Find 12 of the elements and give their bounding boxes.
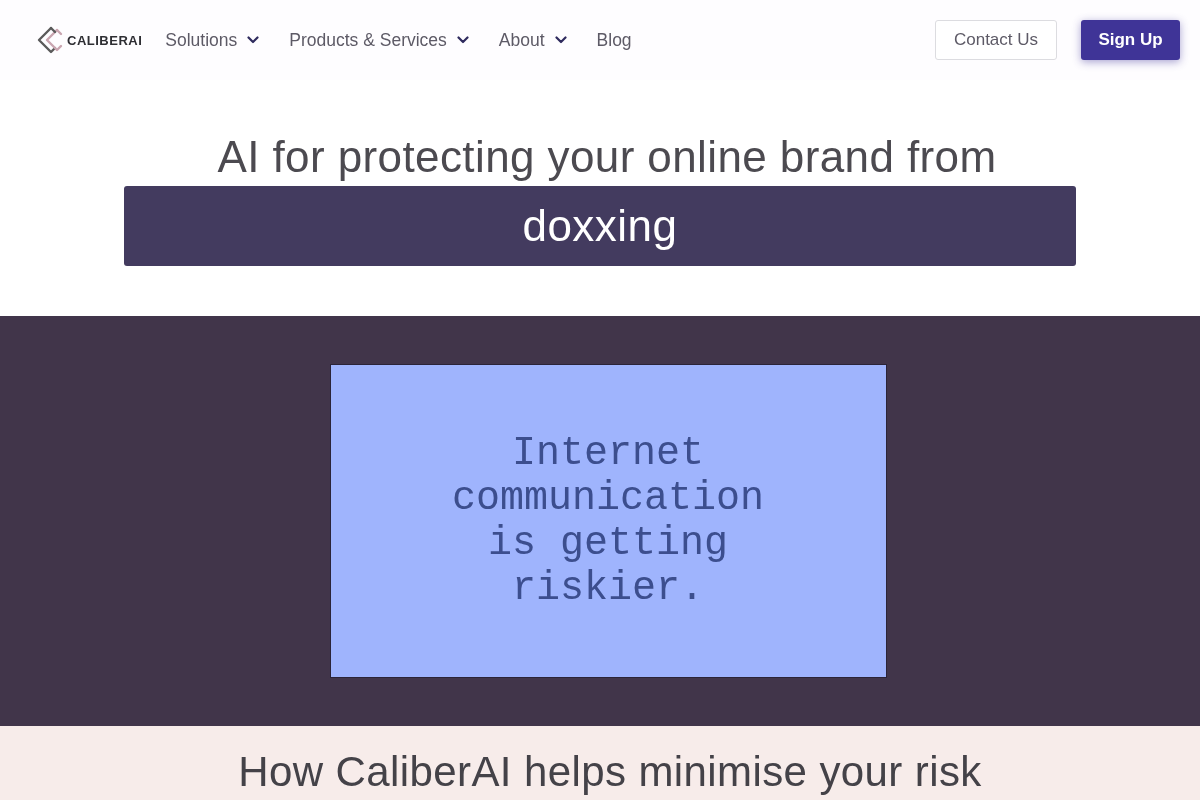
logo-icon bbox=[36, 26, 64, 54]
highlight-banner: doxxing bbox=[124, 186, 1076, 266]
sign-up-button[interactable]: Sign Up bbox=[1081, 20, 1180, 60]
dropdown-menu-link[interactable]: Solutions bbox=[165, 29, 260, 51]
dropdown-menu-link[interactable]: Products & Services bbox=[289, 29, 469, 51]
contact-button[interactable]: Contact Us bbox=[935, 20, 1057, 60]
dropdown-menu-link[interactable]: About bbox=[498, 29, 567, 51]
panel-message: Internet communication is getting riskier. bbox=[450, 431, 765, 611]
logo-link[interactable]: CALIBERAI bbox=[36, 26, 143, 54]
hero-heading: AI for protecting your online brand from bbox=[217, 132, 997, 182]
menu-link[interactable]: Blog bbox=[596, 29, 632, 51]
section-heading: How CaliberAI helps minimise your risk bbox=[238, 748, 982, 797]
